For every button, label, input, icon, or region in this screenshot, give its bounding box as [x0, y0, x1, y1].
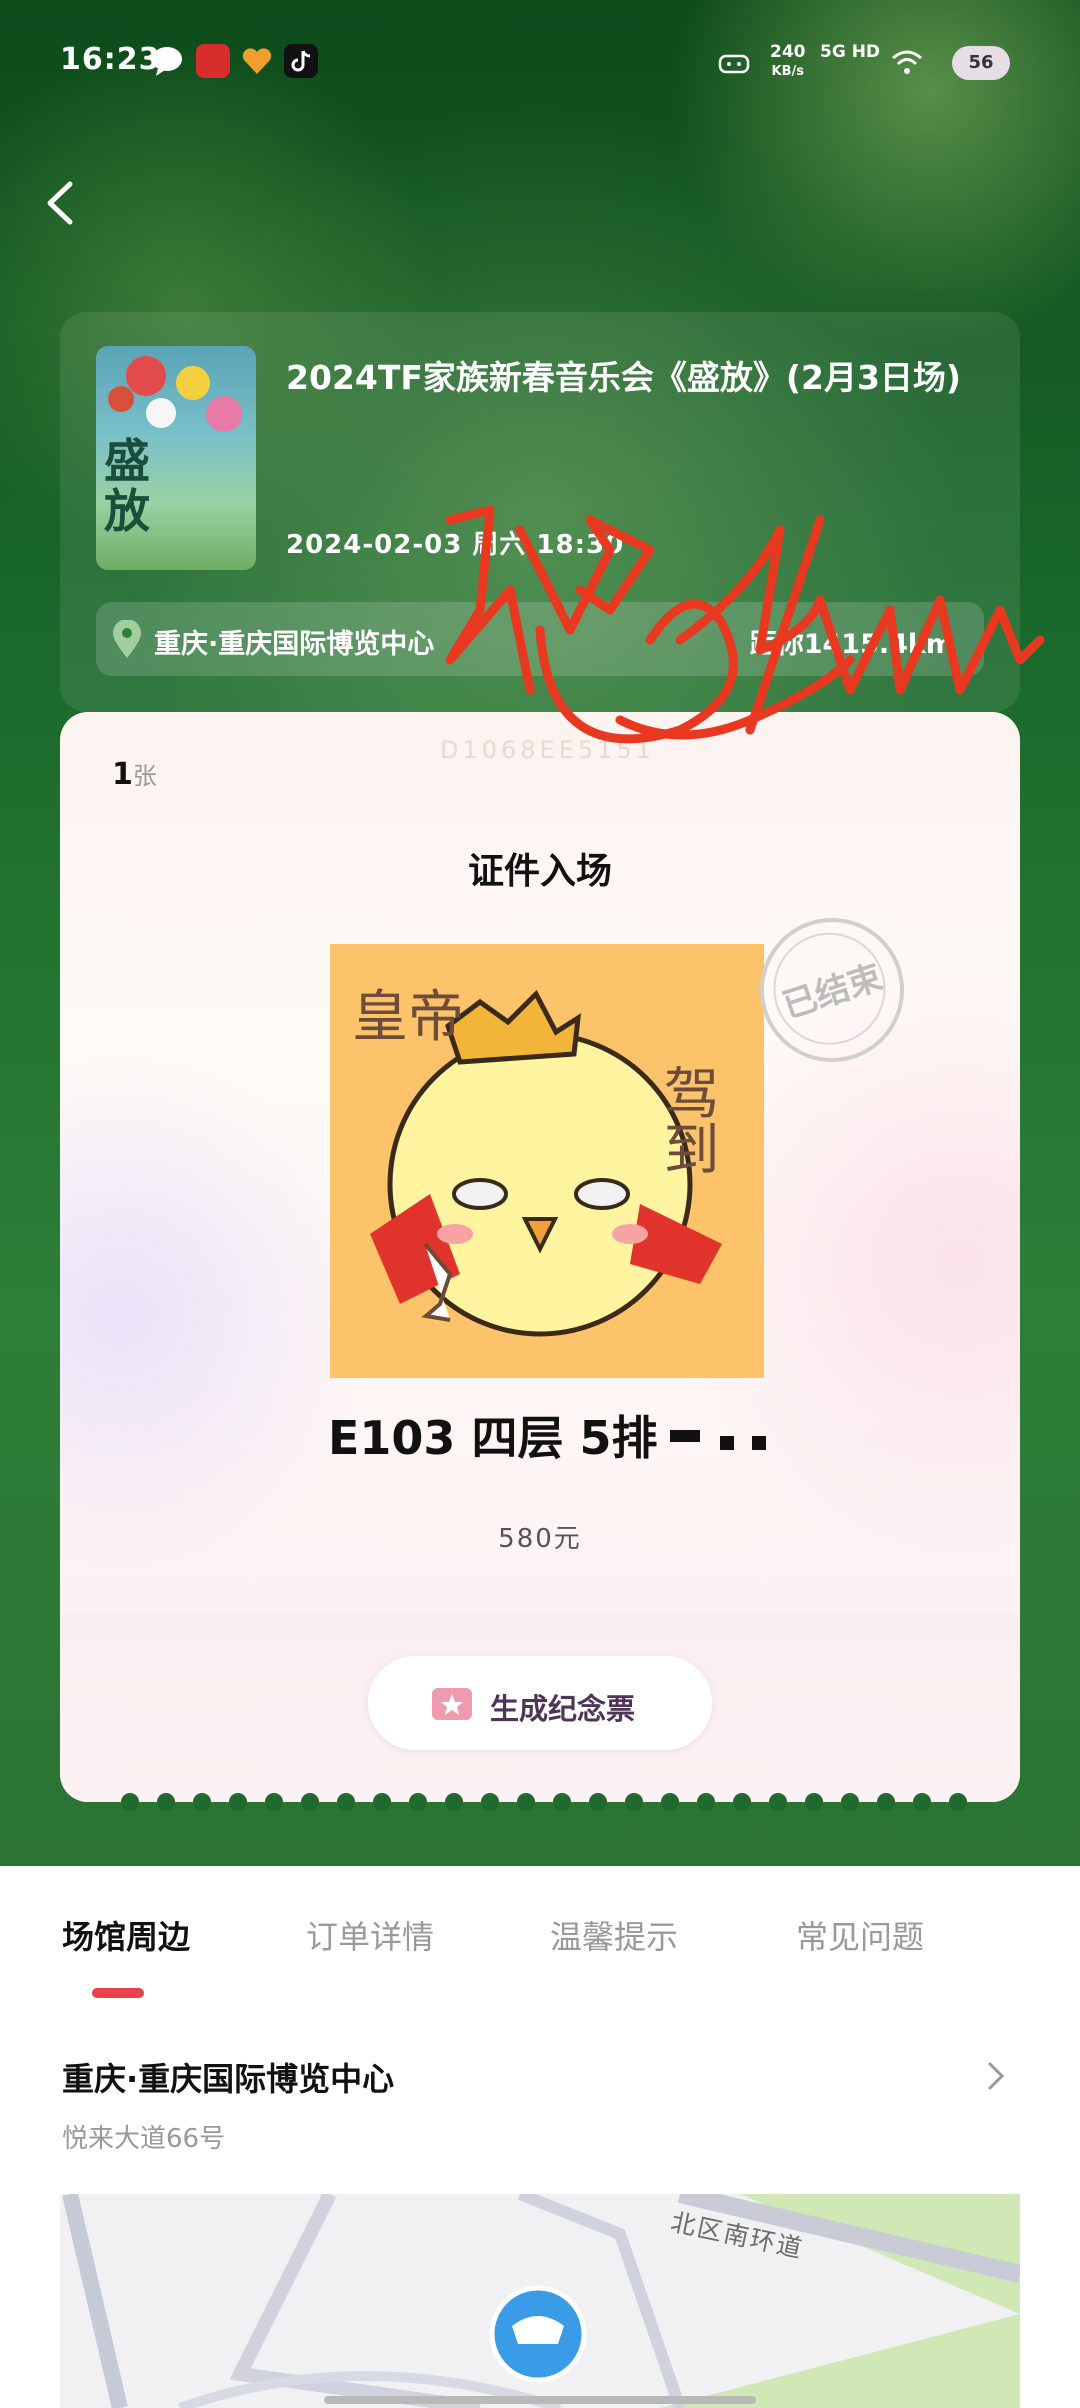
tab-faq[interactable]: 常见问题: [796, 1912, 924, 1958]
venue-name: 重庆·重庆国际博览中心: [154, 629, 435, 660]
ticket-count: 1张: [112, 757, 157, 792]
status-bar: 16:23 240 KB/s 5G HD 56: [0, 0, 1080, 120]
seat-info: E103 四层 5排: [328, 1411, 658, 1465]
tab-tips[interactable]: 温馨提示: [550, 1912, 678, 1958]
ticket-star-icon: [432, 1688, 472, 1720]
app-red-icon: [196, 44, 230, 78]
sticker-right-text: 驾到: [655, 1064, 717, 1176]
ended-stamp: 已结束: [741, 899, 923, 1081]
entry-method: 证件入场: [467, 851, 612, 892]
network-type: 5G HD: [820, 42, 881, 62]
venue-address: 悦来大道66号: [62, 2124, 226, 2154]
generate-souvenir-ticket-button[interactable]: 生成纪念票: [368, 1656, 712, 1750]
tab-order-details[interactable]: 订单详情: [306, 1912, 434, 1958]
back-chevron-icon[interactable]: [40, 178, 80, 228]
chevron-right-icon[interactable]: [984, 2058, 1008, 2094]
detail-sheet: 场馆周边 订单详情 温馨提示 常见问题 重庆·重庆国际博览中心 悦来大道66号 …: [0, 1866, 1080, 2408]
robot-icon: [718, 54, 750, 74]
home-indicator[interactable]: [324, 2396, 756, 2404]
tab-venue-nearby[interactable]: 场馆周边: [62, 1912, 190, 1958]
ticket-card: 1张 D1068EE5151 证件入场 皇帝 驾到 已结束 E103 四层 5排…: [60, 712, 1020, 1802]
redacted-mark: [670, 1430, 766, 1450]
net-speed: 240 KB/s: [770, 42, 806, 79]
event-title: 2024TF家族新春音乐会《盛放》(2月3日场): [286, 358, 961, 397]
signature-scribble: [445, 505, 1045, 744]
message-icon: [152, 47, 182, 76]
wifi-icon: [892, 50, 922, 74]
profile-sticker-image: 皇帝 驾到: [330, 944, 764, 1378]
venue-title[interactable]: 重庆·重庆国际博览中心: [62, 2054, 394, 2100]
sticker-left-text: 皇帝: [352, 987, 464, 1049]
tiktok-icon: [284, 44, 318, 78]
event-poster[interactable]: 盛放: [96, 346, 256, 570]
status-time: 16:23: [60, 42, 161, 77]
battery-indicator: 56: [952, 46, 1010, 80]
ticket-price: 580元: [498, 1524, 582, 1554]
poster-title: 盛放: [104, 434, 150, 538]
active-tab-indicator: [92, 1988, 144, 1998]
venue-map[interactable]: 北区南环道: [60, 2194, 1020, 2408]
app-heart-icon: [242, 48, 272, 74]
location-pin-icon: [113, 620, 141, 658]
ticket-perforation: [121, 1793, 967, 1811]
